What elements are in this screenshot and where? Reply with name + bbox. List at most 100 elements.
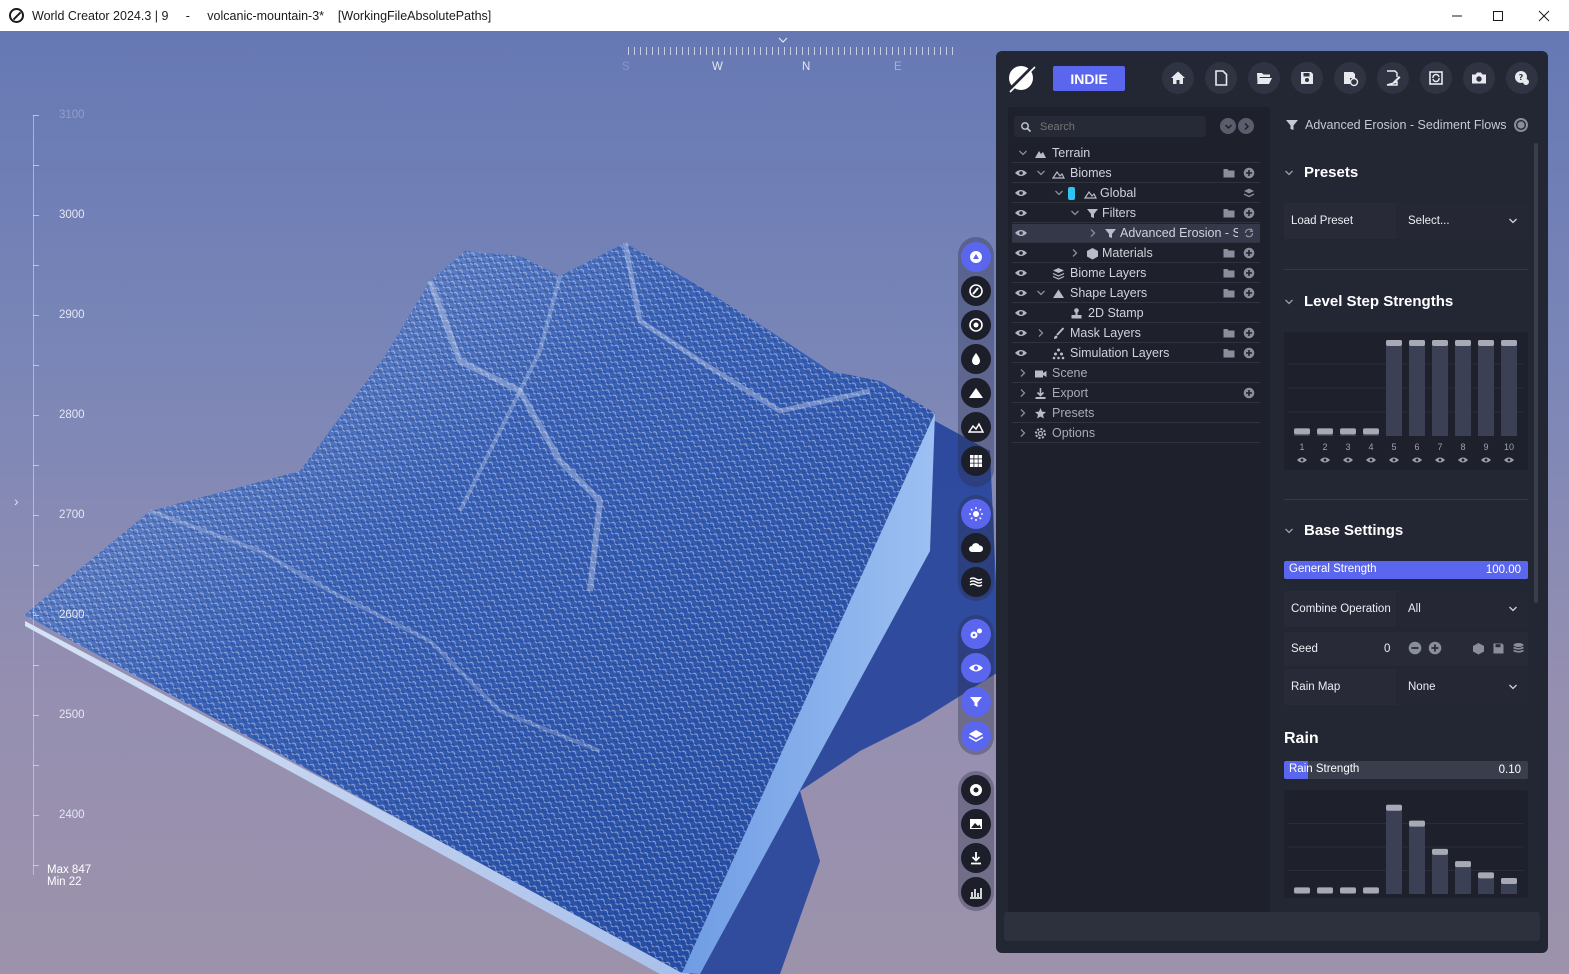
tree-item-biomes[interactable]: Biomes bbox=[1012, 164, 1260, 183]
section-base-settings[interactable]: Base Settings bbox=[1284, 522, 1403, 539]
compass[interactable]: S W N E bbox=[622, 37, 956, 85]
step-bar-handle[interactable] bbox=[1317, 887, 1333, 894]
step-visibility-eye-icon[interactable] bbox=[1389, 457, 1399, 463]
folder-icon[interactable] bbox=[1223, 348, 1235, 358]
eye-icon[interactable] bbox=[1014, 248, 1028, 258]
download-button[interactable] bbox=[961, 843, 991, 873]
tree-item-options[interactable]: Options bbox=[1012, 424, 1260, 443]
step-bar-handle[interactable] bbox=[1340, 428, 1356, 435]
sync-button[interactable] bbox=[1420, 62, 1452, 94]
expand-all-button[interactable] bbox=[1238, 118, 1254, 134]
paint-tool-button[interactable] bbox=[961, 276, 991, 306]
section-level-step-strengths[interactable]: Level Step Strengths bbox=[1284, 293, 1453, 310]
step-bar-handle[interactable] bbox=[1294, 428, 1310, 435]
close-button[interactable] bbox=[1521, 0, 1567, 31]
expand-left-panel-icon[interactable]: › bbox=[14, 493, 19, 509]
tree-item-biome-layers[interactable]: Biome Layers bbox=[1012, 264, 1260, 283]
step-visibility-eye-icon[interactable] bbox=[1366, 457, 1376, 463]
step-bar-handle[interactable] bbox=[1501, 340, 1517, 346]
folder-icon[interactable] bbox=[1223, 268, 1235, 278]
tree-item-scene[interactable]: Scene bbox=[1012, 364, 1260, 383]
step-bar-handle[interactable] bbox=[1363, 428, 1379, 435]
folder-icon[interactable] bbox=[1223, 168, 1235, 178]
tree-item-presets[interactable]: Presets bbox=[1012, 404, 1260, 423]
chevron-right-icon[interactable] bbox=[1070, 248, 1080, 258]
gallery-button[interactable] bbox=[961, 809, 991, 839]
eye-icon[interactable] bbox=[1014, 348, 1028, 358]
tree-item-simulation-layers[interactable]: Simulation Layers bbox=[1012, 344, 1260, 363]
mountain-tool-button[interactable] bbox=[961, 378, 991, 408]
properties-scrollbar[interactable] bbox=[1534, 143, 1538, 603]
eye-icon[interactable] bbox=[1014, 188, 1028, 198]
step-visibility-eye-icon[interactable] bbox=[1458, 457, 1468, 463]
tree-item-shape-layers[interactable]: Shape Layers bbox=[1012, 284, 1260, 303]
collapse-all-button[interactable] bbox=[1220, 118, 1236, 134]
general-strength-slider[interactable]: General Strength 100.00 bbox=[1284, 561, 1528, 579]
seed-list-icon[interactable] bbox=[1512, 642, 1525, 655]
rain-step-graph[interactable] bbox=[1284, 790, 1528, 898]
layers-button[interactable] bbox=[961, 721, 991, 751]
add-icon[interactable] bbox=[1243, 287, 1255, 299]
step-visibility-eye-icon[interactable] bbox=[1343, 457, 1353, 463]
step-bar[interactable] bbox=[1386, 804, 1402, 894]
step-visibility-eye-icon[interactable] bbox=[1481, 457, 1491, 463]
save-button[interactable] bbox=[1291, 62, 1323, 94]
step-bar[interactable] bbox=[1432, 848, 1448, 894]
step-bar-handle[interactable] bbox=[1478, 340, 1494, 346]
step-bar-handle[interactable] bbox=[1432, 340, 1448, 346]
chevron-down-icon[interactable] bbox=[1054, 188, 1064, 198]
increment-icon[interactable] bbox=[1428, 641, 1442, 655]
folder-icon[interactable] bbox=[1223, 288, 1235, 298]
rain-step-bars[interactable] bbox=[1284, 790, 1528, 898]
chevron-right-icon[interactable] bbox=[1018, 388, 1028, 398]
step-bar-handle[interactable] bbox=[1432, 848, 1448, 855]
add-icon[interactable] bbox=[1243, 247, 1255, 259]
step-bar-handle[interactable] bbox=[1294, 887, 1310, 894]
tree-search[interactable] bbox=[1014, 116, 1206, 137]
step-bar-handle[interactable] bbox=[1386, 340, 1402, 346]
tree-item-mask-layers[interactable]: Mask Layers bbox=[1012, 324, 1260, 343]
step-bar-handle[interactable] bbox=[1409, 340, 1425, 346]
tree-item-filters[interactable]: Filters bbox=[1012, 204, 1260, 223]
chevron-down-icon[interactable] bbox=[1070, 208, 1080, 218]
info-icon[interactable] bbox=[1513, 117, 1529, 133]
add-icon[interactable] bbox=[1243, 207, 1255, 219]
step-bar-handle[interactable] bbox=[1455, 340, 1471, 346]
fluid-tool-button[interactable] bbox=[961, 344, 991, 374]
visibility-button[interactable] bbox=[961, 653, 991, 683]
add-icon[interactable] bbox=[1243, 347, 1255, 359]
refresh-icon[interactable] bbox=[1243, 227, 1255, 239]
chevron-right-icon[interactable] bbox=[1018, 368, 1028, 378]
tree-item-materials[interactable]: Materials bbox=[1012, 244, 1260, 263]
level-step-bars[interactable]: 1 2 3 4 5 6 7 8 9 10 bbox=[1284, 332, 1528, 470]
eye-icon[interactable] bbox=[1014, 228, 1028, 238]
folder-icon[interactable] bbox=[1223, 328, 1235, 338]
save-as-button[interactable] bbox=[1334, 62, 1366, 94]
grid-tool-button[interactable] bbox=[961, 446, 991, 476]
chevron-right-icon[interactable] bbox=[1018, 428, 1028, 438]
add-icon[interactable] bbox=[1243, 387, 1255, 399]
chevron-down-icon[interactable] bbox=[1018, 148, 1028, 158]
filter-button[interactable] bbox=[961, 687, 991, 717]
tree-item-global[interactable]: Global bbox=[1012, 184, 1260, 203]
step-visibility-eye-icon[interactable] bbox=[1504, 457, 1514, 463]
combine-operation-dropdown[interactable]: All bbox=[1396, 591, 1528, 627]
step-bar-handle[interactable] bbox=[1409, 820, 1425, 827]
step-bar-handle[interactable] bbox=[1317, 428, 1333, 435]
tree-item-2d-stamp[interactable]: 2D Stamp bbox=[1012, 304, 1260, 323]
screenshot-button[interactable] bbox=[1463, 62, 1495, 94]
new-file-button[interactable] bbox=[1205, 62, 1237, 94]
layers-icon[interactable] bbox=[1243, 187, 1255, 199]
chevron-right-icon[interactable] bbox=[1018, 408, 1028, 418]
eye-icon[interactable] bbox=[1014, 168, 1028, 178]
tree-item-terrain[interactable]: Terrain bbox=[1012, 144, 1260, 163]
terrain-tool-button[interactable] bbox=[961, 412, 991, 442]
step-visibility-eye-icon[interactable] bbox=[1435, 457, 1445, 463]
settings-button[interactable] bbox=[961, 619, 991, 649]
step-bar-handle[interactable] bbox=[1478, 872, 1494, 879]
clouds-button[interactable] bbox=[961, 533, 991, 563]
water-button[interactable] bbox=[961, 567, 991, 597]
search-input[interactable] bbox=[1040, 120, 1200, 133]
minimize-button[interactable] bbox=[1434, 0, 1480, 31]
open-folder-button[interactable] bbox=[1248, 62, 1280, 94]
